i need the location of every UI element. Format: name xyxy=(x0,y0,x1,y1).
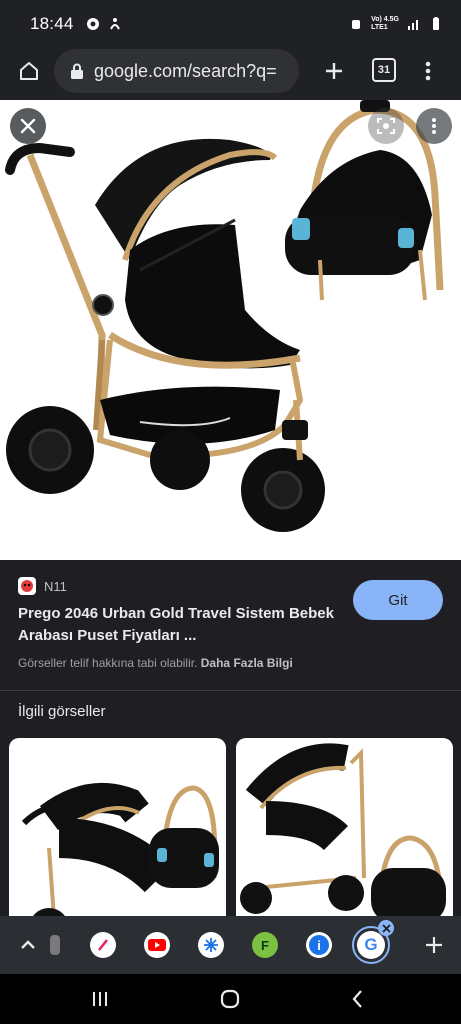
tab-favicon-partial[interactable] xyxy=(50,935,60,955)
home-button[interactable] xyxy=(14,56,44,86)
info-icon: i xyxy=(309,935,329,955)
new-tab-strip-button[interactable] xyxy=(422,932,446,958)
alarm-icon xyxy=(352,20,361,29)
expand-tabs-button[interactable] xyxy=(14,932,42,958)
snowflake-icon xyxy=(204,938,218,952)
related-stroller-image xyxy=(21,783,219,938)
tab-youtube[interactable] xyxy=(144,932,170,958)
status-notification-icons xyxy=(86,17,122,31)
back-button[interactable] xyxy=(343,984,373,1014)
signal-icon xyxy=(408,20,418,30)
status-bar: 18:44 Vo) 4.5G LTE1 xyxy=(0,0,461,48)
more-vert-icon xyxy=(425,61,431,81)
status-system-icons: Vo) 4.5G LTE1 xyxy=(349,16,443,32)
close-tab-button[interactable] xyxy=(378,920,394,936)
home-nav-button[interactable] xyxy=(215,984,245,1014)
plus-icon xyxy=(326,63,342,79)
plus-icon xyxy=(426,937,442,953)
home-icon xyxy=(20,62,38,80)
home-icon xyxy=(220,989,240,1009)
visit-button[interactable]: Git xyxy=(353,580,443,620)
recents-button[interactable] xyxy=(85,984,115,1014)
source-name: N11 xyxy=(44,578,67,594)
close-button[interactable] xyxy=(10,108,46,144)
result-info-panel: N11 Prego 2046 Urban Gold Travel Sistem … xyxy=(0,560,461,690)
related-stroller-image xyxy=(240,743,446,923)
copyright-notice: Görseller telif hakkına tabi olabilir. D… xyxy=(18,656,293,670)
network-indicator: Vo) 4.5G LTE1 xyxy=(371,16,399,32)
brush-icon xyxy=(98,939,108,951)
tab-info[interactable]: i xyxy=(306,932,332,958)
new-tab-button[interactable] xyxy=(320,56,348,86)
battery-icon xyxy=(433,17,439,30)
viewer-more-button[interactable] xyxy=(416,108,452,144)
accessibility-notification-icon xyxy=(109,18,120,30)
url-text: google.com/search?q= xyxy=(94,60,277,81)
recents-icon xyxy=(93,992,107,1006)
divider xyxy=(0,690,461,691)
tab-favicon-1[interactable] xyxy=(90,932,116,958)
result-title[interactable]: Prego 2046 Urban Gold Travel Sistem Bebe… xyxy=(18,603,338,647)
status-time: 18:44 xyxy=(30,14,74,33)
back-icon xyxy=(352,990,362,1008)
source-row[interactable]: N11 xyxy=(18,577,67,595)
tab-switcher-button[interactable]: 31 xyxy=(372,58,396,82)
n11-favicon-icon xyxy=(18,577,36,595)
lens-icon xyxy=(377,118,395,134)
related-heading: İlgili görseller xyxy=(18,703,106,720)
chrome-notification-icon xyxy=(86,18,99,30)
more-vert-icon xyxy=(432,118,436,134)
browser-menu-button[interactable] xyxy=(418,56,438,86)
lens-button[interactable] xyxy=(368,108,404,144)
address-bar[interactable]: google.com/search?q= xyxy=(54,49,299,93)
close-icon xyxy=(20,118,36,134)
related-image-card[interactable] xyxy=(9,738,226,938)
related-image-card[interactable] xyxy=(236,738,453,938)
image-viewer[interactable] xyxy=(0,100,461,560)
more-info-link[interactable]: Daha Fazla Bilgi xyxy=(201,656,293,670)
chevron-up-icon xyxy=(21,940,35,949)
copyright-text: Görseller telif hakkına tabi olabilir. xyxy=(18,656,198,670)
tab-snowflake[interactable] xyxy=(198,932,224,958)
lock-icon xyxy=(71,63,83,79)
network-bottom-text: LTE1 xyxy=(371,24,388,31)
system-navigation-bar xyxy=(0,974,461,1024)
tab-strip: F i G xyxy=(0,916,461,974)
network-top-text: Vo) 4.5G xyxy=(371,16,399,23)
tab-f-site[interactable]: F xyxy=(252,932,278,958)
youtube-icon xyxy=(148,939,166,951)
stroller-image xyxy=(5,100,444,532)
browser-toolbar: google.com/search?q= 31 xyxy=(0,48,461,100)
close-icon xyxy=(381,923,391,933)
google-icon: G xyxy=(357,931,385,959)
